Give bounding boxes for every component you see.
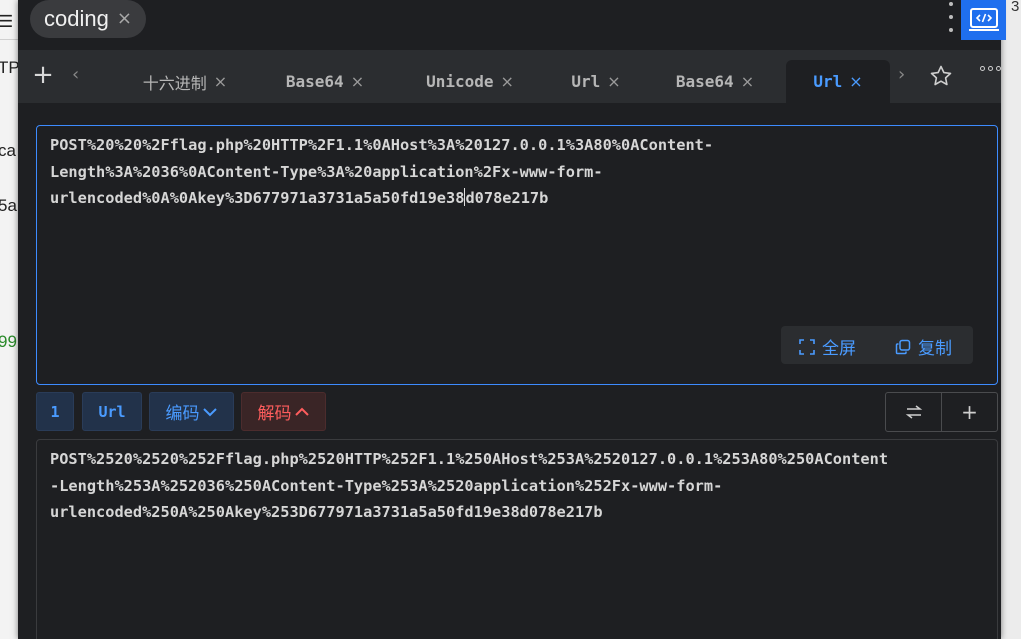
decode-label: 解码 xyxy=(257,404,292,424)
code-line: Length%3A%2036%0AContent-Type%3A%20appli… xyxy=(50,162,603,181)
tab-hex[interactable]: 十六进制 × xyxy=(130,60,240,103)
mode-select-button[interactable]: Url xyxy=(82,392,142,431)
code-line: urlencoded%0A%0Akey%3D677971a3731a5a50fd… xyxy=(50,185,713,212)
code-app-icon[interactable] xyxy=(961,0,1006,40)
output-actions: + xyxy=(885,392,998,432)
tab-bar: + ‹ 十六进制 × Base64 × Unicode × Url × Base… xyxy=(18,50,1001,103)
swap-button[interactable] xyxy=(886,393,941,431)
chevron-up-icon xyxy=(294,407,309,416)
fullscreen-icon xyxy=(799,338,815,355)
close-icon[interactable]: × xyxy=(214,72,227,91)
chevron-right-icon[interactable]: › xyxy=(898,64,905,85)
tab-label: Unicode xyxy=(426,72,494,91)
bg-divider xyxy=(0,39,18,40)
bg-text-fragment: ca xyxy=(0,141,16,160)
more-vertical-icon[interactable] xyxy=(944,2,958,32)
coding-tool-panel: coding × + ‹ 十六进制 × Base64 × Unicode × U… xyxy=(18,0,1006,639)
editor-actions: 全屏 复制 xyxy=(781,326,973,364)
fullscreen-button[interactable]: 全屏 xyxy=(799,334,856,359)
background-window-left: ☰ TP ca 5a 99 xyxy=(0,0,18,639)
copy-button[interactable]: 复制 xyxy=(895,334,952,359)
step-index-badge: 1 xyxy=(36,392,74,431)
code-line: urlencoded%250A%250Akey%253D677971a3731a… xyxy=(50,503,603,521)
add-tab-button[interactable]: + xyxy=(32,62,54,88)
star-icon[interactable] xyxy=(929,64,953,92)
encode-button[interactable]: 编码 xyxy=(149,392,234,431)
tab-label: 十六进制 xyxy=(142,73,207,93)
output-text[interactable]: POST%2520%2520%252Fflag.php%2520HTTP%252… xyxy=(50,446,888,526)
chevron-left-icon[interactable]: ‹ xyxy=(72,64,79,85)
background-window-right: 3 xyxy=(1001,0,1021,639)
bg-text-fragment: 3 xyxy=(1011,0,1020,15)
tab-label: Url xyxy=(813,72,843,91)
close-icon[interactable]: × xyxy=(849,72,862,91)
input-text[interactable]: POST%20%20%2Fflag.php%20HTTP%2F1.1%0AHos… xyxy=(50,132,713,212)
window-title: coding xyxy=(44,6,109,31)
more-horizontal-icon[interactable] xyxy=(980,66,1001,71)
bg-text-fragment: TP xyxy=(0,58,18,77)
bg-text-fragment: 5a xyxy=(0,196,17,215)
swap-icon xyxy=(905,405,922,419)
tab-label: Url xyxy=(571,72,601,91)
code-line: -Length%253A%252036%250AContent-Type%253… xyxy=(50,476,723,495)
tab-base64[interactable]: Base64 × xyxy=(270,60,380,103)
close-icon[interactable]: × xyxy=(117,10,132,28)
input-editor[interactable]: POST%20%20%2Fflag.php%20HTTP%2F1.1%0AHos… xyxy=(36,125,998,385)
code-line: POST%20%20%2Fflag.php%20HTTP%2F1.1%0AHos… xyxy=(50,136,714,154)
copy-label: 复制 xyxy=(918,339,952,359)
output-editor[interactable]: POST%2520%2520%252Fflag.php%2520HTTP%252… xyxy=(36,439,998,639)
close-icon[interactable]: × xyxy=(741,72,754,91)
close-icon[interactable]: × xyxy=(501,72,514,91)
tab-label: Base64 xyxy=(285,72,344,91)
tab-url[interactable]: Url × xyxy=(546,60,646,103)
tab-unicode[interactable]: Unicode × xyxy=(410,60,530,103)
decode-button[interactable]: 解码 xyxy=(241,392,326,431)
add-step-button[interactable]: + xyxy=(941,393,997,431)
encode-label: 编码 xyxy=(165,404,200,424)
code-icon xyxy=(968,8,999,31)
tab-url-active[interactable]: Url × xyxy=(786,60,890,103)
code-segment: urlencoded%0A%0Akey%3D677971a3731a5a50fd… xyxy=(50,189,465,207)
chevron-down-icon xyxy=(202,407,217,416)
title-bar: coding × xyxy=(18,0,1006,50)
close-icon[interactable]: × xyxy=(607,72,620,91)
bg-text-fragment: 99 xyxy=(0,332,17,351)
copy-icon xyxy=(895,339,911,354)
close-icon[interactable]: × xyxy=(351,72,364,91)
fullscreen-label: 全屏 xyxy=(822,339,856,359)
tab-base64[interactable]: Base64 × xyxy=(660,60,770,103)
tab-label: Base64 xyxy=(675,72,734,91)
bg-text-fragment: ☰ xyxy=(0,12,14,31)
window-chip[interactable]: coding × xyxy=(30,0,146,38)
code-line: POST%2520%2520%252Fflag.php%2520HTTP%252… xyxy=(50,450,889,468)
code-segment: d078e217b xyxy=(465,189,549,207)
